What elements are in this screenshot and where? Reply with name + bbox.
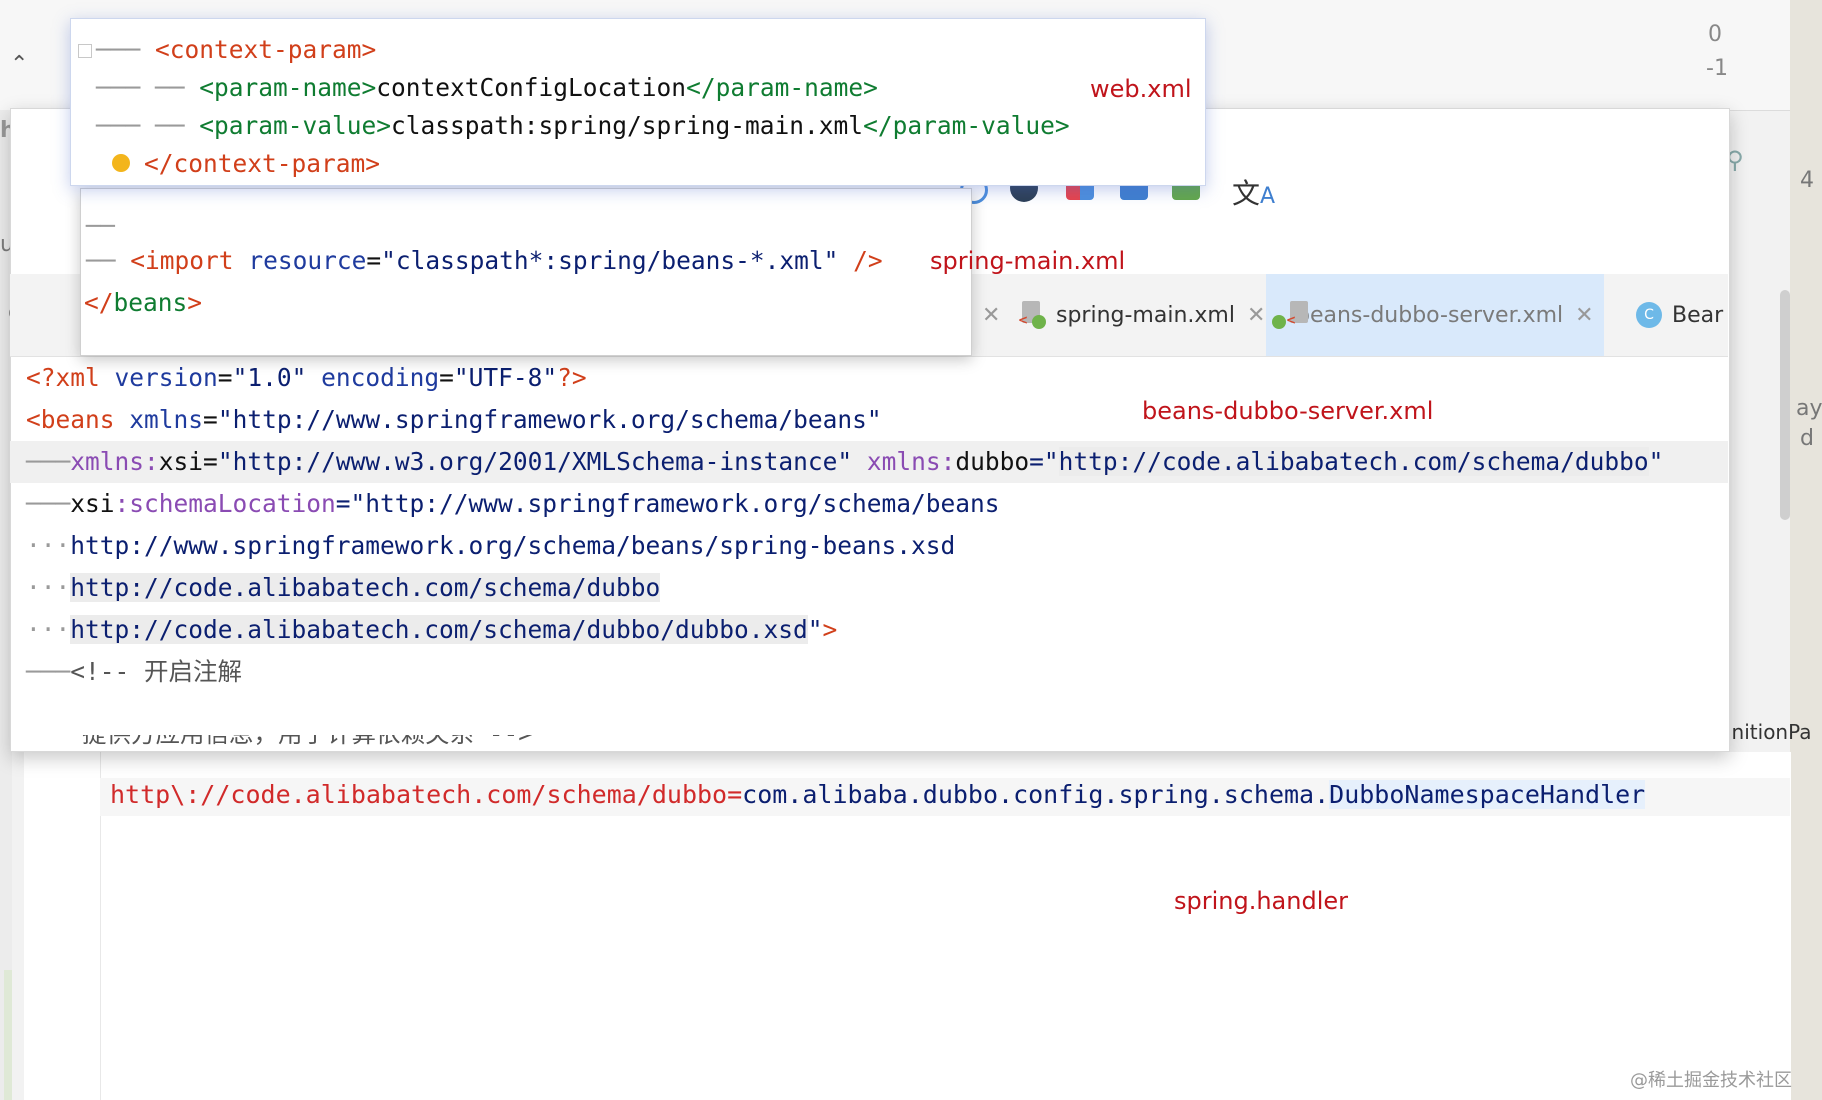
right-side-background bbox=[1790, 0, 1822, 1100]
schema-location-end-quote: " bbox=[807, 615, 823, 644]
xml-prolog-close: ?> bbox=[557, 363, 587, 392]
fold-marker-icon[interactable] bbox=[78, 44, 92, 58]
code-line-3: ───xmlns:xsi="http://www.w3.org/2001/XML… bbox=[10, 441, 1728, 483]
xmlns-dubbo-value: http://code.alibabatech.com/schema/dubbo bbox=[1058, 447, 1649, 476]
code-line-4: ───xsi:schemaLocation="http://www.spring… bbox=[26, 489, 1000, 518]
class-icon: C bbox=[1636, 302, 1662, 328]
schema-location-value: ="http://www.springframework.org/schema/… bbox=[335, 489, 1000, 518]
handlers-key: http\://code.alibabatech.com/schema/dubb… bbox=[110, 780, 743, 809]
param-value-open: <param-value> bbox=[199, 111, 392, 140]
close-icon[interactable]: ✕ bbox=[982, 303, 1000, 328]
web-line-3: ─── ── <param-value>classpath:spring/spr… bbox=[96, 111, 1070, 140]
param-name-close: </param-name> bbox=[686, 73, 878, 102]
import-resource-value: "classpath*:spring/beans-*.xml" bbox=[381, 246, 839, 275]
left-arrows-icon[interactable]: ⌃ bbox=[10, 52, 28, 77]
lightbulb-icon[interactable] bbox=[112, 154, 130, 172]
param-name-open: <param-name> bbox=[199, 73, 377, 102]
beans-dubbo-server-label: beans-dubbo-server.xml bbox=[1142, 397, 1434, 425]
code-line-7: ···http://code.alibabatech.com/schema/du… bbox=[26, 615, 838, 644]
bg-right-label: initionPa bbox=[1726, 720, 1812, 744]
web-xml-label: web.xml bbox=[1090, 75, 1192, 103]
context-param-close: </context-param> bbox=[144, 149, 381, 178]
xml-encoding-value: "UTF-8" bbox=[453, 363, 558, 392]
code-line-9-clip: 提供方应用信息，用于计算依赖关系 --> bbox=[10, 735, 1728, 749]
param-value-close: </param-value> bbox=[863, 111, 1070, 140]
tab-beans-dubbo-server-label: beans-dubbo-server.xml bbox=[1296, 302, 1564, 328]
scrollbar-thumb[interactable] bbox=[1780, 290, 1790, 520]
schema-location-beans-xsd: http://www.springframework.org/schema/be… bbox=[70, 531, 956, 560]
beans-close-lt: </ bbox=[84, 288, 114, 317]
import-resource-attr: resource bbox=[248, 246, 367, 275]
bg-right-number-2: -1 bbox=[1706, 56, 1728, 81]
xmlns-dubbo-prefix: xmlns: bbox=[866, 447, 956, 476]
beans-open-tag: <beans bbox=[26, 405, 115, 434]
handlers-value-prefix: com.alibaba.dubbo.config.spring.schema. bbox=[742, 780, 1330, 809]
provider-comment: 提供方应用信息，用于计算依赖关系 --> bbox=[82, 735, 533, 748]
close-icon[interactable]: ✕ bbox=[1247, 303, 1265, 328]
handlers-entry[interactable]: http\://code.alibabatech.com/schema/dubb… bbox=[110, 780, 1646, 809]
schema-location-dubbo: http://code.alibabatech.com/schema/dubbo bbox=[70, 573, 661, 602]
beans-close-gt: > bbox=[187, 288, 203, 317]
import-tag-end: /> bbox=[853, 246, 883, 275]
code-line-6: ···http://code.alibabatech.com/schema/du… bbox=[26, 573, 661, 602]
beans-close-name: beans bbox=[113, 288, 188, 317]
param-value-text: classpath:spring/spring-main.xml bbox=[391, 111, 864, 140]
web-line-1: ─── <context-param> bbox=[96, 35, 377, 64]
tab-spring-main[interactable]: < spring-main.xml ✕ bbox=[1018, 274, 1265, 356]
bg-right-side-3: d bbox=[1800, 426, 1814, 451]
xml-version-attr: version bbox=[114, 363, 218, 392]
translate-icon[interactable]: 文A bbox=[1232, 172, 1275, 212]
xmlns-dubbo-name: dubbo bbox=[955, 447, 1030, 476]
code-line-2: <beans xmlns="http://www.springframework… bbox=[26, 405, 882, 434]
tab-bean-class[interactable]: C Bear bbox=[1636, 274, 1723, 356]
code-line-8: ───<!-- 开启注解 bbox=[26, 657, 243, 686]
spring-handler-label: spring.handler bbox=[1174, 887, 1349, 915]
xml-version-value: "1.0" bbox=[232, 363, 307, 392]
annotation-comment: <!-- 开启注解 bbox=[70, 657, 243, 686]
schema-location-prefix: xsi bbox=[70, 489, 115, 518]
xmlns-attr: xmlns bbox=[129, 405, 204, 434]
bg-right-number-1: 0 bbox=[1708, 22, 1722, 47]
xmlns-xsi-name: xsi bbox=[158, 447, 204, 476]
tab-spring-main-label: spring-main.xml bbox=[1056, 302, 1235, 328]
watermark: @稀土掘金技术社区 bbox=[1630, 1070, 1792, 1091]
close-icon[interactable]: ✕ bbox=[1575, 303, 1593, 328]
xml-file-icon: < bbox=[1018, 301, 1046, 329]
xmlns-xsi-value: "http://www.w3.org/2001/XMLSchema-instan… bbox=[217, 447, 853, 476]
import-tag: <import bbox=[130, 246, 234, 275]
beans-open-tag-end: > bbox=[822, 615, 838, 644]
context-param-open: <context-param> bbox=[155, 35, 377, 64]
xmlns-value: "http://www.springframework.org/schema/b… bbox=[217, 405, 882, 434]
xml-prolog-open: <?xml bbox=[26, 363, 100, 392]
handlers-value-class: DubboNamespaceHandler bbox=[1329, 780, 1646, 809]
xmlns-dubbo-end: " bbox=[1648, 447, 1664, 476]
tab-prev-close[interactable]: ✕ bbox=[970, 274, 1000, 356]
param-name-text: contextConfigLocation bbox=[376, 73, 687, 102]
spring-main-guide-line: ── bbox=[86, 212, 115, 240]
beans-close-line: </beans> bbox=[84, 282, 202, 324]
spring-main-label: spring-main.xml bbox=[930, 247, 1126, 275]
schema-location-name: :schemaLocation bbox=[114, 489, 336, 518]
handlers-gutter bbox=[24, 752, 101, 1100]
web-line-4: </context-param> bbox=[144, 143, 380, 185]
gutter-change-marker bbox=[4, 970, 12, 1100]
import-line: ── <import resource="classpath*:spring/b… bbox=[86, 246, 883, 275]
web-line-2: ─── ── <param-name>contextConfigLocation… bbox=[96, 73, 878, 102]
schema-location-dubbo-xsd: http://code.alibabatech.com/schema/dubbo… bbox=[70, 615, 808, 644]
xmlns-dubbo-quote: =" bbox=[1029, 447, 1059, 476]
xmlns-xsi-prefix: xmlns: bbox=[70, 447, 159, 476]
bg-right-side-2: ay bbox=[1796, 396, 1822, 421]
tab-bean-class-label: Bear bbox=[1672, 302, 1724, 328]
code-line-5: ···http://www.springframework.org/schema… bbox=[26, 531, 956, 560]
bg-right-side-1: 4 bbox=[1800, 168, 1814, 193]
code-line-1: <?xml version="1.0" encoding="UTF-8"?> bbox=[26, 363, 587, 392]
xml-encoding-attr: encoding bbox=[321, 363, 440, 392]
tab-beans-dubbo-server[interactable]: < beans-dubbo-server.xml ✕ bbox=[1266, 274, 1604, 356]
